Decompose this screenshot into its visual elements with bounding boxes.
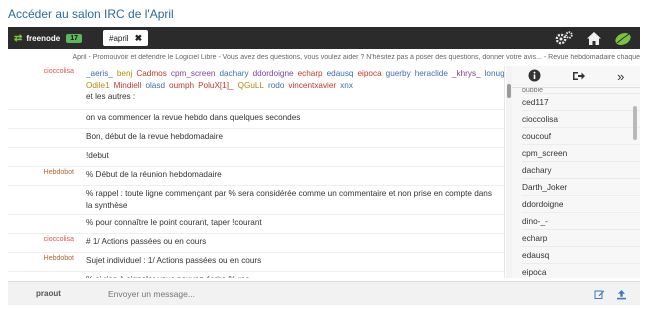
names-list-nick[interactable]: _aeris_ bbox=[86, 69, 113, 78]
channel-tab[interactable]: #april ✖ bbox=[103, 30, 149, 46]
names-trailer: et les autres : bbox=[86, 92, 136, 101]
edit-icon[interactable] bbox=[592, 287, 606, 301]
names-list-nick[interactable]: PoluX[1]_ bbox=[198, 81, 234, 90]
users-scrollbar[interactable] bbox=[633, 106, 637, 140]
names-list-nick[interactable]: edausq bbox=[327, 69, 354, 78]
message-text: % Début de la réunion hebdomadaire bbox=[86, 170, 222, 179]
network-label: freenode bbox=[26, 33, 61, 43]
collapse-sidebar-icon[interactable]: » bbox=[617, 69, 624, 84]
names-list-nick[interactable]: eipoca bbox=[358, 69, 382, 78]
message-text: Bon, début de la revue hebdomadaire bbox=[86, 132, 224, 141]
message-nick[interactable] bbox=[8, 129, 80, 147]
message-row: Hebdobot % Début de la réunion hebdomadai… bbox=[8, 167, 504, 186]
names-list-nick[interactable]: rodo bbox=[268, 81, 284, 90]
names-list-nick[interactable]: Mindiell bbox=[114, 81, 142, 90]
network-count-badge: 17 bbox=[66, 33, 82, 43]
user-item[interactable]: dachary bbox=[522, 162, 640, 179]
names-list-nick[interactable]: dachary bbox=[219, 69, 248, 78]
leave-channel-icon[interactable] bbox=[572, 70, 586, 84]
user-item[interactable]: eipoca bbox=[522, 264, 640, 278]
message-nick[interactable] bbox=[8, 186, 80, 214]
message-text: Sujet individuel : 1/ Actions passées ou… bbox=[86, 256, 262, 265]
message-text: # 1/ Actions passées ou en cours bbox=[86, 237, 207, 246]
message-row: % si rien à signaler vous pouvez écrire … bbox=[8, 272, 504, 278]
message-nick[interactable]: cioccolisa bbox=[8, 66, 80, 109]
messages-scrollbar-thumb[interactable] bbox=[507, 84, 511, 98]
names-list-nick[interactable]: cpm_screen bbox=[171, 69, 216, 78]
user-item[interactable]: dino-_- bbox=[522, 213, 640, 230]
irc-toolbar: ⇄ freenode 17 #april ✖ bbox=[8, 27, 640, 49]
network-icon: ⇄ bbox=[14, 32, 23, 44]
april-logo-icon[interactable] bbox=[614, 31, 632, 46]
page-title: Accéder au salon IRC de l'April bbox=[8, 7, 174, 21]
names-list-nick[interactable]: _khrys_ bbox=[452, 69, 481, 78]
message-text: % rappel : toute ligne commençant par % … bbox=[86, 189, 492, 210]
message-row: cioccolisa # 1/ Actions passées ou en cou… bbox=[8, 234, 504, 253]
nick-label: cioccolisa bbox=[43, 68, 74, 75]
message-nick[interactable]: Hebdobot bbox=[8, 167, 80, 185]
message-row: !debut bbox=[8, 148, 504, 167]
channel-label: #april bbox=[109, 33, 129, 43]
network-tab[interactable]: ⇄ freenode 17 bbox=[14, 30, 82, 46]
user-item[interactable]: edausq bbox=[522, 247, 640, 264]
message-row: % rappel : toute ligne commençant par % … bbox=[8, 186, 504, 215]
user-item[interactable]: coucouf bbox=[522, 128, 640, 145]
names-list-nick[interactable]: xnx bbox=[340, 81, 353, 90]
names-list-nick[interactable]: vincentxavier bbox=[288, 81, 336, 90]
message-row: Bon, début de la revue hebdomadaire bbox=[8, 129, 504, 148]
message-input[interactable] bbox=[104, 285, 574, 302]
message-composer: praout bbox=[8, 281, 640, 305]
names-list-nick[interactable]: ddordoigne bbox=[253, 69, 294, 78]
sidebar-header: » bbox=[512, 66, 640, 88]
users-sidebar: » bubble ced117 cioccolisa coucouf cpm_scre… bbox=[512, 66, 640, 278]
names-list-nick[interactable]: QGuLL bbox=[238, 81, 264, 90]
names-list-nick[interactable]: Cadmos bbox=[136, 69, 167, 78]
names-list-nick[interactable]: guerby bbox=[386, 69, 411, 78]
current-nick[interactable]: praout bbox=[36, 289, 61, 298]
message-nick[interactable] bbox=[8, 215, 80, 233]
user-item[interactable]: Darth_Joker bbox=[522, 179, 640, 196]
upload-icon[interactable] bbox=[614, 287, 628, 301]
names-list-nick[interactable]: heraclide bbox=[415, 69, 448, 78]
message-nick[interactable] bbox=[8, 148, 80, 166]
message-list: cioccolisa _aeris_ benj Cadmos cpm_screen da… bbox=[8, 66, 505, 278]
user-item[interactable]: cpm_screen bbox=[522, 145, 640, 162]
user-item[interactable]: cioccolisa bbox=[522, 111, 640, 128]
user-item[interactable]: ced117 bbox=[522, 94, 640, 111]
message-row: Hebdobot Sujet individuel : 1/ Actions pa… bbox=[8, 253, 504, 272]
message-text: on va commencer la revue hebdo dans quel… bbox=[86, 113, 301, 122]
message-nick[interactable] bbox=[8, 110, 80, 128]
info-icon[interactable] bbox=[528, 69, 541, 84]
names-list-nick[interactable]: lonugem bbox=[485, 69, 504, 78]
user-item[interactable]: echarp bbox=[522, 230, 640, 247]
names-list-nick[interactable]: olasd bbox=[145, 81, 165, 90]
home-icon[interactable] bbox=[586, 31, 602, 46]
names-list-nick[interactable]: echarp bbox=[298, 69, 323, 78]
message-text: !debut bbox=[86, 151, 109, 160]
names-list-nick[interactable]: benj bbox=[117, 69, 132, 78]
user-list: bubble ced117 cioccolisa coucouf cpm_screen… bbox=[512, 88, 640, 278]
toolbar-icons bbox=[554, 29, 632, 47]
message-nick[interactable] bbox=[8, 272, 80, 278]
message-text: _aeris_ benj Cadmos cpm_screen dachary ddordo… bbox=[80, 66, 504, 109]
message-text: % si rien à signaler vous pouvez écrire … bbox=[80, 272, 504, 278]
user-item[interactable]: ddordoigne bbox=[522, 196, 640, 213]
settings-icon[interactable] bbox=[554, 30, 574, 46]
channel-topic: April - Promouvoir et défendre le Logici… bbox=[72, 54, 641, 61]
names-list-nick[interactable]: oumph bbox=[169, 81, 194, 90]
message-text: % pour connaître le point courant, taper… bbox=[86, 218, 262, 227]
close-channel-icon[interactable]: ✖ bbox=[135, 33, 143, 44]
message-row: % pour connaître le point courant, taper… bbox=[8, 215, 504, 234]
message-nick[interactable]: Hebdobot bbox=[8, 253, 80, 271]
message-nick[interactable]: cioccolisa bbox=[8, 234, 80, 252]
message-row: cioccolisa _aeris_ benj Cadmos cpm_screen da… bbox=[8, 66, 504, 110]
names-list: _aeris_ benj Cadmos cpm_screen dachary ddordo… bbox=[86, 69, 504, 90]
message-row: on va commencer la revue hebdo dans quel… bbox=[8, 110, 504, 129]
